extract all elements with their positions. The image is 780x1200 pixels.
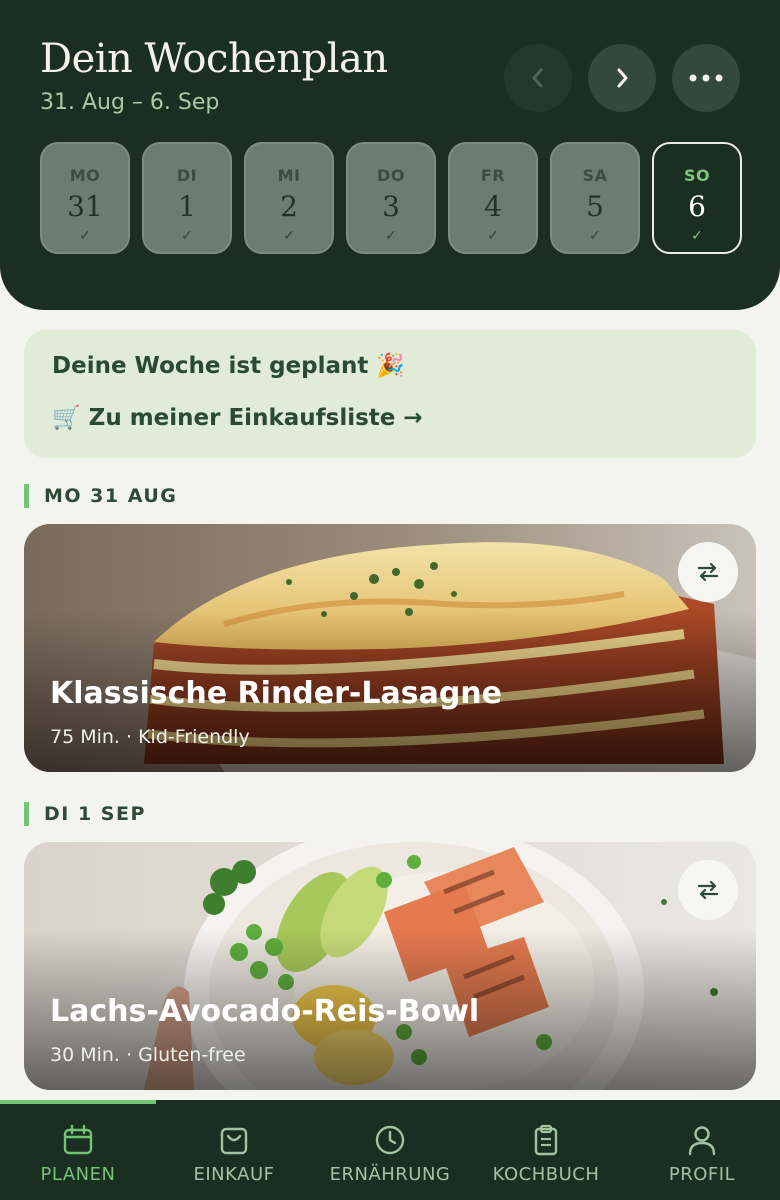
nav-label: PROFIL bbox=[668, 1164, 736, 1185]
day-name: SO bbox=[683, 166, 711, 185]
shopping-list-link-label: Zu meiner Einkaufsliste → bbox=[88, 404, 423, 431]
recipe-title: Klassische Rinder-Lasagne bbox=[50, 676, 503, 711]
day-mo[interactable]: MO 31 ✓ bbox=[40, 142, 130, 254]
chevron-left-icon bbox=[532, 68, 543, 88]
check-icon: ✓ bbox=[385, 228, 397, 244]
day-section-label: MO 31 AUG bbox=[24, 484, 177, 508]
week-header: Dein Wochenplan 31. Aug – 6. Sep MO 31 ✓… bbox=[0, 0, 780, 310]
day-do[interactable]: DO 3 ✓ bbox=[346, 142, 436, 254]
nav-item-planen[interactable]: PLANEN bbox=[0, 1100, 156, 1200]
day-section-label: DI 1 SEP bbox=[24, 802, 146, 826]
calendar-icon bbox=[63, 1124, 93, 1155]
swap-icon bbox=[697, 880, 719, 900]
recipe-meta: 75 Min. · Kid-Friendly bbox=[50, 726, 250, 748]
day-name: DI bbox=[176, 166, 198, 185]
active-tab-indicator bbox=[0, 1100, 156, 1104]
day-number: 2 bbox=[280, 190, 298, 223]
day-number: 1 bbox=[178, 190, 196, 223]
check-icon: ✓ bbox=[691, 228, 703, 244]
recipe-card[interactable]: Klassische Rinder-Lasagne 75 Min. · Kid-… bbox=[24, 524, 756, 772]
swap-recipe-button[interactable] bbox=[678, 860, 738, 920]
nav-item-einkauf[interactable]: EINKAUF bbox=[156, 1100, 312, 1200]
day-name: DO bbox=[377, 166, 405, 185]
day-name: MO bbox=[69, 166, 101, 185]
day-number: 3 bbox=[382, 190, 400, 223]
check-icon: ✓ bbox=[79, 228, 91, 244]
user-icon bbox=[688, 1126, 716, 1156]
swap-icon bbox=[697, 562, 719, 582]
date-range: 31. Aug – 6. Sep bbox=[40, 90, 220, 115]
nav-label: EINKAUF bbox=[193, 1164, 275, 1185]
prev-week-button[interactable] bbox=[504, 44, 572, 112]
day-number: 31 bbox=[67, 190, 103, 223]
day-di[interactable]: DI 1 ✓ bbox=[142, 142, 232, 254]
shopping-bag-icon bbox=[220, 1127, 248, 1155]
recipe-meta: 30 Min. · Gluten-free bbox=[50, 1044, 246, 1066]
day-so[interactable]: SO 6 ✓ bbox=[652, 142, 742, 254]
day-number: 5 bbox=[586, 190, 604, 223]
day-sa[interactable]: SA 5 ✓ bbox=[550, 142, 640, 254]
day-number: 4 bbox=[484, 190, 502, 223]
day-selector: MO 31 ✓ DI 1 ✓ MI 2 ✓ DO 3 ✓ FR 4 ✓ SA 5… bbox=[40, 142, 742, 254]
banner-message: Deine Woche ist geplant 🎉 bbox=[52, 353, 406, 379]
nav-item-kochbuch[interactable]: KOCHBUCH bbox=[468, 1100, 624, 1200]
day-number: 6 bbox=[688, 190, 706, 223]
nav-item-profil[interactable]: PROFIL bbox=[624, 1100, 780, 1200]
next-week-button[interactable] bbox=[588, 44, 656, 112]
check-icon: ✓ bbox=[589, 228, 601, 244]
bottom-nav: PLANEN EINKAUF ERNÄHRUNG KOCHBUCH PROFIL bbox=[0, 1100, 780, 1200]
day-fr[interactable]: FR 4 ✓ bbox=[448, 142, 538, 254]
week-planned-banner: Deine Woche ist geplant 🎉 🛒 Zu meiner Ei… bbox=[24, 330, 756, 458]
cart-icon: 🛒 bbox=[52, 405, 81, 431]
day-name: MI bbox=[277, 166, 301, 185]
clipboard-icon bbox=[534, 1124, 558, 1156]
recipe-title: Lachs-Avocado-Reis-Bowl bbox=[50, 994, 480, 1029]
swap-recipe-button[interactable] bbox=[678, 542, 738, 602]
nav-label: PLANEN bbox=[40, 1164, 116, 1185]
check-icon: ✓ bbox=[181, 228, 193, 244]
check-icon: ✓ bbox=[487, 228, 499, 244]
check-icon: ✓ bbox=[283, 228, 295, 244]
more-horizontal-icon bbox=[689, 74, 723, 82]
more-options-button[interactable] bbox=[672, 44, 740, 112]
nav-label: KOCHBUCH bbox=[492, 1164, 600, 1185]
nav-item-ernaehrung[interactable]: ERNÄHRUNG bbox=[312, 1100, 468, 1200]
chevron-right-icon bbox=[617, 68, 628, 88]
clock-icon bbox=[375, 1125, 405, 1155]
day-name: SA bbox=[582, 166, 608, 185]
shopping-list-link[interactable]: 🛒 Zu meiner Einkaufsliste → bbox=[52, 404, 423, 432]
page-title: Dein Wochenplan bbox=[40, 36, 388, 82]
day-mi[interactable]: MI 2 ✓ bbox=[244, 142, 334, 254]
recipe-card[interactable]: Lachs-Avocado-Reis-Bowl 30 Min. · Gluten… bbox=[24, 842, 756, 1090]
nav-label: ERNÄHRUNG bbox=[329, 1164, 451, 1185]
day-name: FR bbox=[480, 166, 506, 185]
